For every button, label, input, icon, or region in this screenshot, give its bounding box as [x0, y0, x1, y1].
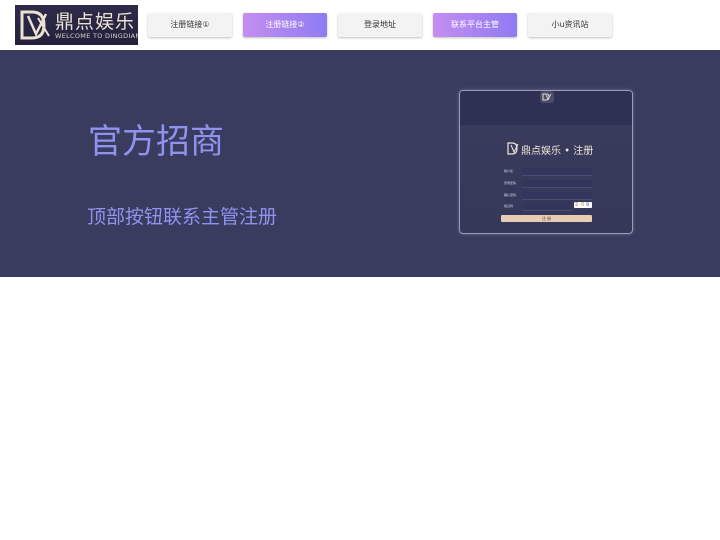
register-preview-submit: 注 册 — [501, 215, 592, 222]
field-label: 登录密码 — [504, 181, 517, 185]
register-preview-captcha: 2 B 9 — [574, 202, 592, 208]
register-preview-title: 鼎点娱乐 • 注册 — [521, 146, 594, 157]
brand-name: 鼎点娱乐 — [55, 11, 136, 33]
register-preview-image: 鼎点娱乐 • 注册 账户名 登录密码 确认密码 验证码 2 B 9 注 册 — [459, 90, 633, 234]
nav-register-link-1[interactable]: 注册链接① — [148, 13, 232, 37]
banner-subtitle: 顶部按钮联系主管注册 — [87, 206, 278, 228]
field-label: 确认密码 — [504, 193, 517, 197]
brand-tagline: WELCOME TO DINGDIAN — [55, 32, 138, 40]
field-input — [522, 168, 592, 176]
page-content-area — [0, 277, 720, 540]
field-input — [522, 203, 572, 211]
field-input — [522, 192, 592, 200]
nav-contact-manager[interactable]: 联系平台主管 — [433, 13, 517, 37]
nav-login-address[interactable]: 登录地址 — [338, 13, 422, 37]
nav-news-site[interactable]: 小u资讯站 — [528, 13, 612, 37]
promo-banner: 官方招商 顶部按钮联系主管注册 鼎点娱乐 • 注册 账户名 登录密码 确认密码 … — [0, 50, 720, 277]
brand-logo-mark-icon — [20, 10, 50, 40]
field-label: 账户名 — [504, 169, 514, 173]
nav-register-link-2[interactable]: 注册链接② — [243, 13, 327, 37]
banner-title: 官方招商 — [88, 122, 224, 162]
captcha-char: 2 — [575, 202, 579, 208]
register-preview-field-confirm: 确认密码 — [504, 191, 592, 200]
register-preview-logo-icon — [540, 91, 554, 103]
top-header: 鼎点娱乐 WELCOME TO DINGDIAN 注册链接① 注册链接② 登录地… — [0, 0, 720, 50]
captcha-char: B — [581, 202, 585, 208]
brand-logo[interactable]: 鼎点娱乐 WELCOME TO DINGDIAN — [15, 5, 138, 45]
register-preview-mark-icon — [507, 142, 519, 155]
captcha-char: 9 — [586, 202, 590, 208]
field-input — [522, 180, 592, 188]
register-preview-field-account: 账户名 — [504, 167, 592, 176]
register-preview-field-password: 登录密码 — [504, 179, 592, 188]
field-label: 验证码 — [504, 204, 514, 208]
